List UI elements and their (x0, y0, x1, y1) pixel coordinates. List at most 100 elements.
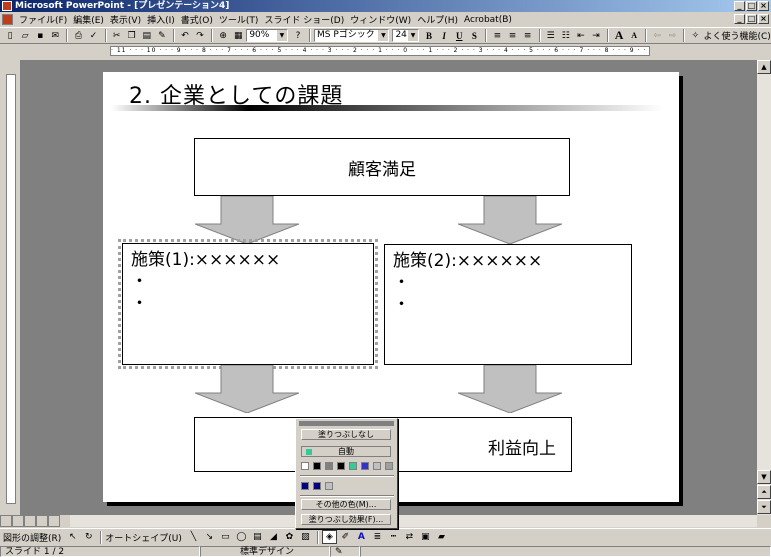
slideshow-view-icon[interactable] (48, 515, 60, 527)
new-icon[interactable]: ▯ (3, 29, 17, 43)
menu-format[interactable]: 書式(O) (178, 13, 216, 26)
italic-button[interactable]: I (437, 29, 451, 43)
recent-color-silver[interactable] (325, 482, 333, 490)
numbering-icon[interactable]: ☰ (544, 29, 558, 43)
copy-icon[interactable]: ❐ (125, 29, 139, 43)
document-menu-icon[interactable] (2, 14, 13, 25)
align-center-icon[interactable]: ≡ (505, 29, 519, 43)
print-icon[interactable]: ⎙ (71, 29, 85, 43)
down-arrow-left-upper[interactable] (195, 196, 299, 244)
doc-minimize-button[interactable]: _ (734, 14, 745, 24)
automatic-color-button[interactable]: 自動 (301, 446, 391, 457)
customer-satisfaction-box[interactable]: 顧客満足 (194, 138, 570, 196)
recent-color-navy-2[interactable] (313, 482, 321, 490)
font-color-icon[interactable]: A (354, 530, 369, 544)
color-swatch-black-2[interactable] (337, 462, 345, 470)
animation-effects-icon[interactable]: ✧ (688, 29, 702, 43)
previous-slide-icon[interactable]: ⏶ (757, 485, 771, 499)
autoshapes-menu[interactable]: オートシェイプ(U) (105, 531, 182, 544)
paste-icon[interactable]: ▤ (140, 29, 154, 43)
doc-restore-button[interactable]: □ (746, 14, 757, 24)
grow-font-button[interactable]: A (612, 28, 626, 43)
font-name-select[interactable]: MS Pゴシック ▼ (314, 29, 390, 42)
shadow-icon[interactable]: ▣ (418, 530, 433, 544)
hyperlink-icon[interactable]: ⊕ (216, 29, 230, 43)
fill-effects-button[interactable]: 塗りつぶし効果(F)... (301, 514, 391, 525)
shadow-button[interactable]: S (467, 29, 481, 43)
powerpoint-app-icon[interactable] (2, 1, 12, 11)
line-icon[interactable]: ╲ (186, 530, 201, 544)
color-swatch-blue[interactable] (361, 462, 369, 470)
cut-icon[interactable]: ✂ (110, 29, 124, 43)
line-color-icon[interactable]: ✐ (338, 530, 353, 544)
spelling-icon[interactable]: ✓ (86, 29, 100, 43)
undo-icon[interactable]: ↶ (178, 29, 192, 43)
next-slide-icon[interactable]: ⏷ (757, 500, 771, 514)
color-swatch-silver[interactable] (373, 462, 381, 470)
align-left-icon[interactable]: ≡ (490, 29, 504, 43)
align-right-icon[interactable]: ≡ (521, 29, 535, 43)
minimize-button[interactable]: _ (734, 1, 745, 11)
measure-1-box[interactable]: 施策(1):×××××× ・ ・ (118, 239, 378, 369)
window-titlebar[interactable]: Microsoft PowerPoint - [プレゼンテーション4] _ □ … (0, 0, 771, 12)
chevron-down-icon[interactable]: ▼ (378, 30, 389, 41)
free-rotate-icon[interactable]: ↻ (81, 530, 96, 544)
menu-view[interactable]: 表示(V) (107, 13, 144, 26)
color-swatch-gray[interactable] (325, 462, 333, 470)
line-style-icon[interactable]: ≣ (370, 530, 385, 544)
outdent-icon[interactable]: ⇥ (589, 29, 603, 43)
clipart-icon[interactable]: ✿ (282, 530, 297, 544)
demote-icon[interactable]: ⇨ (665, 29, 679, 43)
scroll-down-icon[interactable]: ▼ (757, 470, 771, 484)
more-colors-button[interactable]: その他の色(M)... (301, 499, 391, 510)
table-icon[interactable]: ▦ (231, 29, 245, 43)
recent-color-navy[interactable] (301, 482, 309, 490)
indent-icon[interactable]: ⇤ (574, 29, 588, 43)
outline-view-icon[interactable] (12, 515, 24, 527)
help-icon[interactable]: ? (291, 29, 305, 43)
down-arrow-right-upper[interactable] (458, 196, 562, 244)
popup-drag-handle[interactable] (299, 421, 394, 426)
chevron-down-icon[interactable]: ▼ (408, 30, 418, 41)
zoom-select[interactable]: 90% ▼ (246, 29, 288, 42)
menu-tools[interactable]: ツール(T) (216, 13, 262, 26)
chevron-down-icon[interactable]: ▼ (276, 30, 287, 41)
frequent-functions-menu[interactable]: よく使う機能(C) (704, 29, 771, 42)
color-swatch-black[interactable] (313, 462, 321, 470)
oval-icon[interactable]: ◯ (234, 530, 249, 544)
menu-acrobat[interactable]: Acrobat(B) (461, 15, 515, 25)
shrink-font-button[interactable]: A (627, 29, 641, 43)
fill-color-icon[interactable]: ◈ (321, 530, 337, 544)
bullets-icon[interactable]: ☷ (559, 29, 573, 43)
underline-button[interactable]: U (452, 29, 466, 43)
menu-insert[interactable]: 挿入(I) (144, 13, 178, 26)
rectangle-icon[interactable]: ▭ (218, 530, 233, 544)
color-swatch-gray-2[interactable] (385, 462, 393, 470)
dash-style-icon[interactable]: ┅ (386, 530, 401, 544)
arrow-style-icon[interactable]: ⇄ (402, 530, 417, 544)
menu-window[interactable]: ウィンドウ(W) (347, 13, 414, 26)
textbox-icon[interactable]: ▤ (250, 530, 265, 544)
menu-help[interactable]: ヘルプ(H) (414, 13, 461, 26)
draw-menu[interactable]: 図形の調整(R) (3, 531, 61, 544)
email-icon[interactable]: ✉ (48, 29, 62, 43)
menu-edit[interactable]: 編集(E) (70, 13, 107, 26)
scroll-up-icon[interactable]: ▲ (757, 60, 771, 74)
open-icon[interactable]: ▱ (18, 29, 32, 43)
picture-icon[interactable]: ▨ (298, 530, 313, 544)
font-size-select[interactable]: 24 ▼ (392, 29, 419, 42)
save-icon[interactable]: ▪ (33, 29, 47, 43)
menu-slideshow[interactable]: スライド ショー(D) (261, 13, 347, 26)
normal-view-icon[interactable] (0, 515, 12, 527)
bold-button[interactable]: B (422, 29, 436, 43)
close-button[interactable]: × (758, 1, 769, 11)
menu-file[interactable]: ファイル(F) (16, 13, 70, 26)
color-swatch-white[interactable] (301, 462, 309, 470)
3d-icon[interactable]: ▰ (434, 530, 449, 544)
format-painter-icon[interactable]: ✎ (155, 29, 169, 43)
vertical-scrollbar[interactable]: ▲ ▼ ⏶ ⏷ (757, 60, 771, 515)
wordart-icon[interactable]: ◢ (266, 530, 281, 544)
no-fill-button[interactable]: 塗りつぶしなし (301, 429, 391, 440)
horizontal-scrollbar[interactable] (70, 515, 757, 527)
slide-view-icon[interactable] (24, 515, 36, 527)
